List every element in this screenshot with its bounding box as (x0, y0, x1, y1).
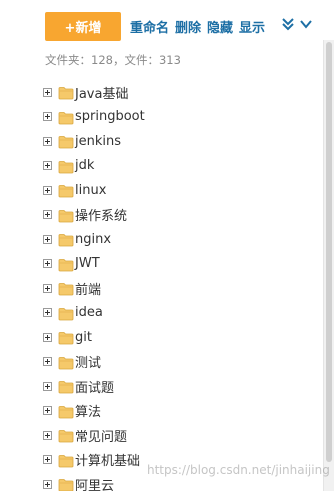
plus-box-icon[interactable] (43, 234, 52, 244)
folder-label[interactable]: 常见问题 (75, 426, 127, 445)
folder-icon (58, 85, 74, 100)
folder-tree-item[interactable]: JWT (43, 252, 323, 277)
folder-icon (58, 159, 74, 174)
folder-icon (58, 306, 74, 321)
folder-icon (58, 355, 74, 370)
folder-label[interactable]: idea (75, 305, 103, 320)
plus-box-icon[interactable] (43, 308, 52, 318)
folder-tree-item[interactable]: 面试题 (43, 374, 323, 399)
folder-label[interactable]: 算法 (75, 401, 101, 420)
plus-box-icon[interactable] (43, 357, 52, 367)
plus-box-icon[interactable] (43, 479, 52, 489)
chevron-down-icon[interactable] (299, 16, 313, 36)
folder-tree-item[interactable]: jdk (43, 154, 323, 179)
folder-icon (58, 110, 74, 125)
folder-file-count: 文件夹：128，文件：313 (45, 53, 181, 67)
folder-tree-item[interactable]: nginx (43, 227, 323, 252)
folder-icon (58, 379, 74, 394)
folder-label[interactable]: nginx (75, 232, 111, 247)
folder-label[interactable]: linux (75, 183, 106, 198)
plus-box-icon[interactable] (43, 455, 52, 465)
folder-tree-item[interactable]: linux (43, 178, 323, 203)
folder-label[interactable]: 阿里云 (75, 475, 114, 491)
plus-box-icon[interactable] (43, 112, 52, 122)
folder-tree-item[interactable]: 操作系统 (43, 203, 323, 228)
toolbar: +新增 重命名 删除 隐藏 显示 (45, 11, 313, 41)
plus-box-icon[interactable] (43, 87, 52, 97)
folder-label[interactable]: 测试 (75, 352, 101, 371)
delete-button[interactable]: 删除 (175, 17, 201, 36)
folder-tree-item[interactable]: 前端 (43, 276, 323, 301)
show-button[interactable]: 显示 (239, 17, 265, 36)
plus-box-icon[interactable] (43, 136, 52, 146)
plus-box-icon[interactable] (43, 406, 52, 416)
add-new-button[interactable]: +新增 (45, 11, 121, 41)
folder-tree-item[interactable]: 算法 (43, 399, 323, 424)
folder-label[interactable]: JWT (75, 256, 100, 271)
folder-icon (58, 281, 74, 296)
double-chevron-down-icon[interactable] (281, 16, 295, 36)
folder-icon (58, 208, 74, 223)
folder-tree-item[interactable]: 计算机基础 (43, 448, 323, 473)
plus-box-icon[interactable] (43, 332, 52, 342)
folder-label[interactable]: springboot (75, 109, 145, 124)
folder-label[interactable]: jenkins (75, 134, 121, 149)
collapse-expand-controls (281, 16, 313, 36)
plus-box-icon[interactable] (43, 283, 52, 293)
folder-tree-item[interactable]: git (43, 325, 323, 350)
folder-icon (58, 477, 74, 491)
folder-label[interactable]: Java基础 (75, 83, 128, 102)
folder-icon (58, 134, 74, 149)
folder-tree-item[interactable]: Java基础 (43, 80, 323, 105)
rename-button[interactable]: 重命名 (130, 17, 169, 36)
folder-tree-item[interactable]: 阿里云 (43, 472, 323, 491)
folder-tree-item[interactable]: jenkins (43, 129, 323, 154)
folder-icon (58, 330, 74, 345)
folder-icon (58, 232, 74, 247)
folder-tree-item[interactable]: idea (43, 301, 323, 326)
scrollbar-thumb[interactable] (326, 42, 332, 462)
folder-label[interactable]: 前端 (75, 279, 101, 298)
folder-icon (58, 183, 74, 198)
folder-label[interactable]: jdk (75, 158, 94, 173)
folder-icon (58, 257, 74, 272)
folder-tree-item[interactable]: 测试 (43, 350, 323, 375)
folder-tree-item[interactable]: 常见问题 (43, 423, 323, 448)
plus-box-icon[interactable] (43, 259, 52, 269)
plus-box-icon[interactable] (43, 210, 52, 220)
plus-box-icon[interactable] (43, 161, 52, 171)
plus-box-icon[interactable] (43, 185, 52, 195)
plus-box-icon[interactable] (43, 430, 52, 440)
vertical-scrollbar[interactable] (323, 40, 334, 491)
folder-icon (58, 428, 74, 443)
folder-tree: Java基础 springboot jenkins jdk linux 操作系统 nginx… (43, 80, 323, 491)
file-manager-panel: +新增 重命名 删除 隐藏 显示 文件夹：128，文件：313 Java基础 sp… (0, 0, 334, 491)
folder-label[interactable]: 计算机基础 (75, 450, 140, 469)
hide-button[interactable]: 隐藏 (207, 17, 233, 36)
folder-icon (58, 453, 74, 468)
folder-tree-item[interactable]: springboot (43, 105, 323, 130)
folder-label[interactable]: 操作系统 (75, 205, 127, 224)
plus-box-icon[interactable] (43, 381, 52, 391)
folder-label[interactable]: 面试题 (75, 377, 114, 396)
folder-label[interactable]: git (75, 330, 92, 345)
folder-icon (58, 404, 74, 419)
